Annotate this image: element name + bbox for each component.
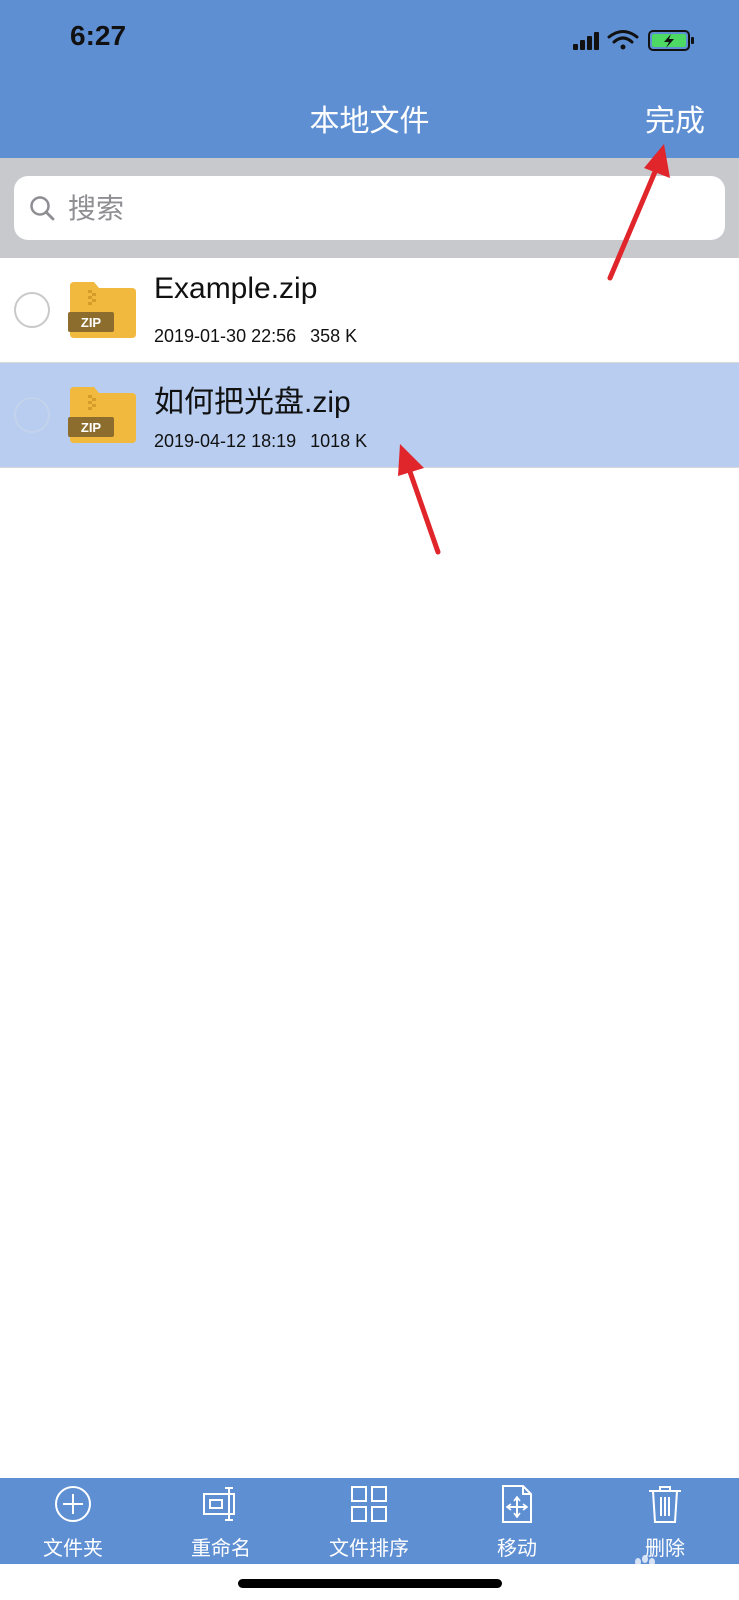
status-icons (563, 26, 703, 54)
rename-icon (203, 1487, 235, 1521)
toolbar-label: 移动 (497, 1538, 537, 1560)
grid-icon (351, 1486, 387, 1522)
select-radio[interactable] (14, 397, 50, 433)
plus-circle-icon (55, 1486, 91, 1522)
zip-file-icon: ZIP (68, 387, 136, 443)
file-size: 358 K (310, 326, 358, 346)
search-input[interactable] (66, 186, 690, 232)
move-button[interactable]: 移动 (462, 1478, 572, 1564)
trash-icon (649, 1486, 681, 1523)
search-bar-container (0, 158, 739, 258)
wifi-icon (607, 30, 639, 50)
file-name: 如何把光盘.zip (154, 386, 351, 419)
toolbar-label: 文件夹 (43, 1538, 103, 1560)
nav-header: 6:27 本地文件 完成 (0, 0, 739, 158)
zip-file-icon: ZIP (68, 282, 136, 338)
file-date: 2019-04-12 18:19 (154, 431, 297, 451)
new-folder-button[interactable]: 文件夹 (18, 1478, 128, 1564)
file-row[interactable]: ZIP Example.zip 2019-01-30 22:56 358 K (0, 258, 739, 363)
file-name: Example.zip (154, 272, 318, 305)
search-bar[interactable] (14, 176, 725, 240)
page-title: 本地文件 (309, 105, 430, 138)
battery-icon (648, 30, 694, 51)
file-date: 2019-01-30 22:56 (154, 326, 297, 346)
signal-icon (573, 32, 599, 50)
sort-button[interactable]: 文件排序 (314, 1478, 424, 1564)
file-size: 1018 K (310, 431, 368, 451)
file-meta: 2019-04-12 18:19 1018 K (154, 431, 367, 452)
svg-text:ZIP: ZIP (81, 420, 102, 435)
svg-text:ZIP: ZIP (81, 315, 102, 330)
toolbar-label: 重命名 (191, 1538, 251, 1560)
select-radio[interactable] (14, 292, 50, 328)
home-indicator (238, 1579, 502, 1588)
toolbar-label: 文件排序 (329, 1538, 409, 1560)
move-icon (502, 1485, 532, 1523)
file-row-selected[interactable]: ZIP 如何把光盘.zip 2019-04-12 18:19 1018 K (0, 363, 739, 468)
file-meta: 2019-01-30 22:56 358 K (154, 326, 357, 347)
baidu-watermark-logo (635, 1555, 655, 1579)
status-time: 6:27 (70, 20, 127, 51)
rename-button[interactable]: 重命名 (166, 1478, 276, 1564)
done-button[interactable]: 完成 (645, 96, 705, 140)
search-icon (30, 196, 55, 221)
